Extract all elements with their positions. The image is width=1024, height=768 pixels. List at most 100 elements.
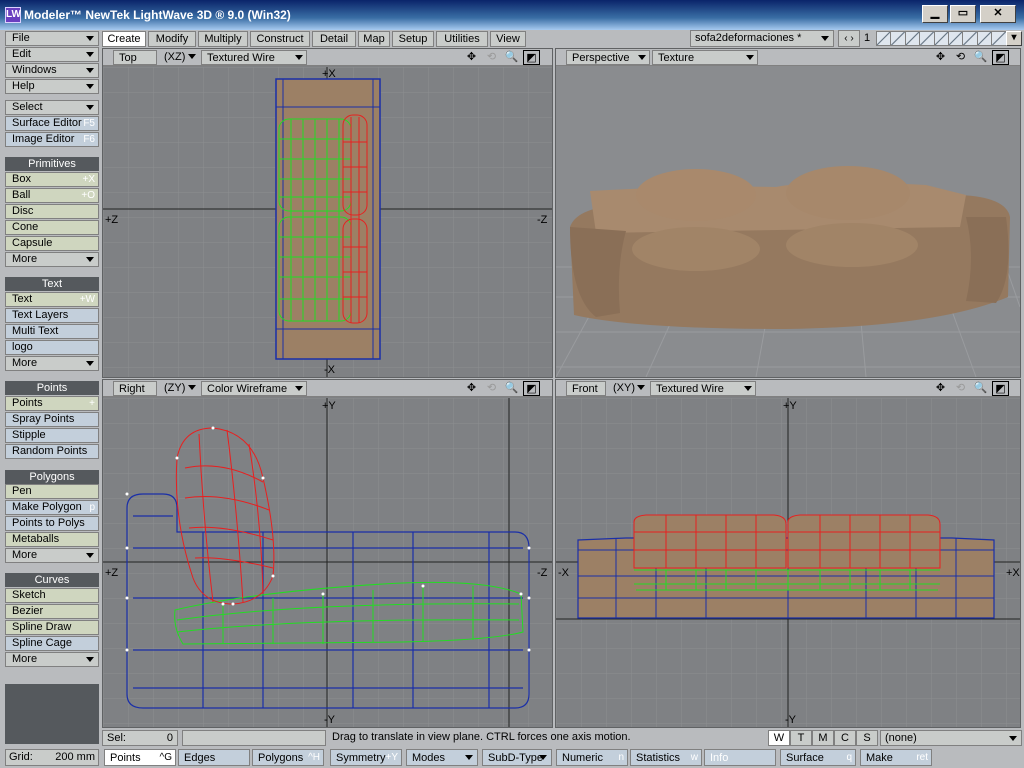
stipple-button[interactable]: Stipple xyxy=(5,428,99,443)
box-button[interactable]: Box +X xyxy=(5,172,99,187)
view-mode-s[interactable]: S xyxy=(856,730,878,746)
spray-points-button[interactable]: Spray Points xyxy=(5,412,99,427)
capsule-button[interactable]: Capsule xyxy=(5,236,99,251)
viewport-right-canvas[interactable]: +Y -Y +Z -Z xyxy=(103,398,552,727)
surface-editor-button[interactable]: Surface Editor F5 xyxy=(5,116,99,131)
layer-3-button[interactable] xyxy=(905,32,921,45)
spline-cage-button[interactable]: Spline Cage xyxy=(5,636,99,651)
layer-6-button[interactable] xyxy=(949,32,964,45)
statistics-button[interactable]: Statistics w xyxy=(630,749,702,766)
viewport-top-canvas[interactable]: +X -X +Z -Z xyxy=(103,67,552,377)
persp-rotate-view-icon[interactable]: ⟲ xyxy=(952,50,969,65)
multi-text-button[interactable]: Multi Text xyxy=(5,324,99,339)
points-button[interactable]: Points + xyxy=(5,396,99,411)
ball-button[interactable]: Ball +O xyxy=(5,188,99,203)
surface-button[interactable]: Surface q xyxy=(780,749,856,766)
viewport-top[interactable]: Top (XZ) Textured Wire ✥ ⟲ 🔍 ◩ +X -X +Z … xyxy=(102,48,553,378)
surface-select[interactable]: (none) xyxy=(880,730,1022,746)
image-editor-button[interactable]: Image Editor F6 xyxy=(5,132,99,147)
object-select[interactable]: sofa2deformaciones * xyxy=(690,30,834,47)
front-move-view-icon[interactable]: ✥ xyxy=(932,381,949,396)
numeric-button[interactable]: Numeric n xyxy=(556,749,628,766)
text-button[interactable]: Text +W xyxy=(5,292,99,307)
tab-map[interactable]: Map xyxy=(358,31,390,47)
polygons-mode-button[interactable]: Polygons ^H xyxy=(252,749,324,766)
menu-edit[interactable]: Edit xyxy=(5,47,99,62)
layer-7-button[interactable] xyxy=(963,32,978,45)
points-mode-button[interactable]: Points ^G xyxy=(104,749,176,766)
view-mode-w[interactable]: W xyxy=(768,730,790,746)
persp-move-view-icon[interactable]: ✥ xyxy=(932,50,949,65)
tab-create[interactable]: Create xyxy=(102,31,146,47)
layer-1-button[interactable] xyxy=(877,32,892,45)
front-zoom-view-icon[interactable]: 🔍 xyxy=(972,381,989,396)
viewport-right-mode-select[interactable]: Color Wireframe xyxy=(201,381,307,396)
layer-buttons[interactable] xyxy=(876,31,1022,46)
right-move-view-icon[interactable]: ✥ xyxy=(463,381,480,396)
close-button[interactable]: ✕ xyxy=(980,5,1016,23)
layer-dropdown-button[interactable]: ▾ xyxy=(1006,31,1022,46)
minimize-button[interactable]: ▁ xyxy=(922,5,948,23)
viewport-top-mode-select[interactable]: Textured Wire xyxy=(201,50,307,65)
tab-detail[interactable]: Detail xyxy=(312,31,356,47)
right-rotate-view-icon[interactable]: ⟲ xyxy=(483,381,500,396)
viewport-front-view-select[interactable]: Front xyxy=(566,381,606,396)
maximize-button[interactable]: ▭ xyxy=(950,5,976,23)
persp-maximize-viewport-icon[interactable]: ◩ xyxy=(992,50,1009,65)
viewport-right-view-select[interactable]: Right xyxy=(113,381,157,396)
viewport-perspective[interactable]: Perspective Texture ✥ ⟲ 🔍 ◩ xyxy=(555,48,1021,378)
bezier-button[interactable]: Bezier xyxy=(5,604,99,619)
viewport-top-axes[interactable]: (XZ) xyxy=(159,50,199,65)
persp-zoom-view-icon[interactable]: 🔍 xyxy=(972,50,989,65)
points-to-polys-button[interactable]: Points to Polys xyxy=(5,516,99,531)
move-view-icon[interactable]: ✥ xyxy=(463,50,480,65)
view-mode-c[interactable]: C xyxy=(834,730,856,746)
viewport-top-view-select[interactable]: Top xyxy=(113,50,157,65)
layer-9-button[interactable] xyxy=(992,32,1007,45)
tab-utilities[interactable]: Utilities xyxy=(436,31,488,47)
viewport-front-axes[interactable]: (XY) xyxy=(608,381,648,396)
sketch-button[interactable]: Sketch xyxy=(5,588,99,603)
make-button[interactable]: Make ret xyxy=(860,749,932,766)
maximize-viewport-icon[interactable]: ◩ xyxy=(523,50,540,65)
layer-4-button[interactable] xyxy=(920,32,935,45)
subd-type-dropdown[interactable]: SubD-Type xyxy=(482,749,552,766)
info-button[interactable]: Info xyxy=(704,749,776,766)
symmetry-button[interactable]: Symmetry +Y xyxy=(330,749,402,766)
make-polygon-button[interactable]: Make Polygon p xyxy=(5,500,99,515)
viewport-right[interactable]: Right (ZY) Color Wireframe ✥ ⟲ 🔍 ◩ +Y -Y… xyxy=(102,379,553,728)
menu-file[interactable]: File xyxy=(5,31,99,46)
edges-mode-button[interactable]: Edges xyxy=(178,749,250,766)
layer-5-button[interactable] xyxy=(934,32,950,45)
right-zoom-view-icon[interactable]: 🔍 xyxy=(503,381,520,396)
polygons-more-button[interactable]: More xyxy=(5,548,99,563)
tab-multiply[interactable]: Multiply xyxy=(198,31,248,47)
viewport-perspective-canvas[interactable] xyxy=(556,67,1020,377)
viewport-front-mode-select[interactable]: Textured Wire xyxy=(650,381,756,396)
disc-button[interactable]: Disc xyxy=(5,204,99,219)
tab-construct[interactable]: Construct xyxy=(250,31,310,47)
tab-view[interactable]: View xyxy=(490,31,526,47)
text-layers-button[interactable]: Text Layers xyxy=(5,308,99,323)
cone-button[interactable]: Cone xyxy=(5,220,99,235)
primitives-more-button[interactable]: More xyxy=(5,252,99,267)
pen-button[interactable]: Pen xyxy=(5,484,99,499)
text-more-button[interactable]: More xyxy=(5,356,99,371)
select-dropdown[interactable]: Select xyxy=(5,100,99,115)
viewport-front[interactable]: Front (XY) Textured Wire ✥ ⟲ 🔍 ◩ +Y -Y -… xyxy=(555,379,1021,728)
layer-8-button[interactable] xyxy=(977,32,993,45)
rotate-view-icon[interactable]: ⟲ xyxy=(483,50,500,65)
front-maximize-viewport-icon[interactable]: ◩ xyxy=(992,381,1009,396)
view-mode-m[interactable]: M xyxy=(812,730,834,746)
random-points-button[interactable]: Random Points xyxy=(5,444,99,459)
zoom-view-icon[interactable]: 🔍 xyxy=(503,50,520,65)
viewport-front-canvas[interactable]: +Y -Y -X +X xyxy=(556,398,1020,727)
menu-help[interactable]: Help xyxy=(5,79,99,94)
right-maximize-viewport-icon[interactable]: ◩ xyxy=(523,381,540,396)
metaballs-button[interactable]: Metaballs xyxy=(5,532,99,547)
tab-setup[interactable]: Setup xyxy=(392,31,434,47)
object-nav-arrows[interactable]: ‹ › xyxy=(838,30,860,47)
curves-more-button[interactable]: More xyxy=(5,652,99,667)
spline-draw-button[interactable]: Spline Draw xyxy=(5,620,99,635)
modes-dropdown[interactable]: Modes xyxy=(406,749,478,766)
